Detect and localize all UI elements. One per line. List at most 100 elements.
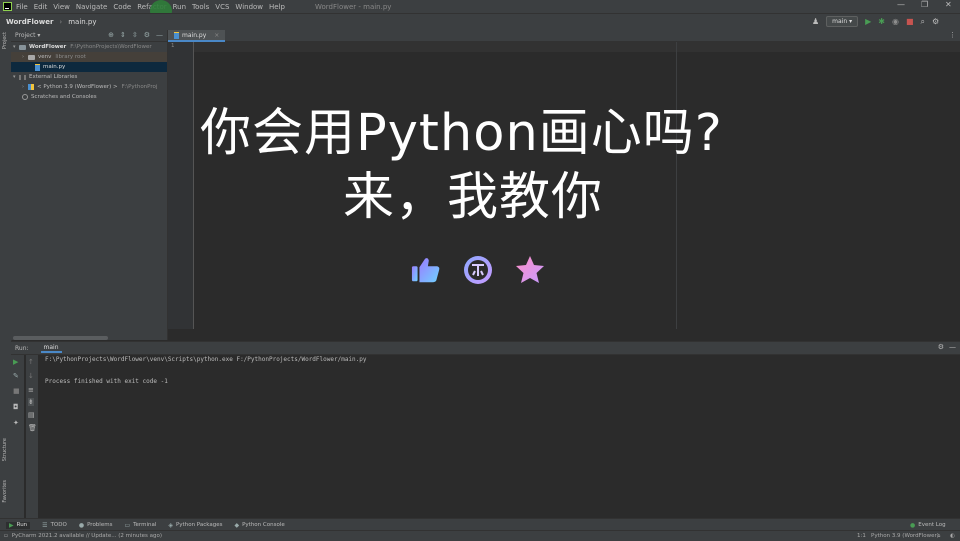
menu-tools[interactable]: Tools	[192, 3, 209, 11]
tab-python-console[interactable]: ◆ Python Console	[234, 522, 284, 529]
run-toolbar: ▶ ✎ ■ ◘ ✦	[11, 355, 24, 519]
console-toolbar: ↑ ↓ ≡ ⇟ ▤ 🗑	[26, 355, 38, 519]
menu-code[interactable]: Code	[113, 3, 131, 11]
menu-navigate[interactable]: Navigate	[76, 3, 107, 11]
rerun-icon[interactable]: ▶	[13, 358, 18, 366]
stop-icon[interactable]: ■	[906, 17, 914, 26]
tree-item-main-py[interactable]: main.py	[11, 62, 167, 72]
menu-vcs[interactable]: VCS	[215, 3, 229, 11]
scroll-to-end-icon[interactable]: ⇟	[28, 398, 34, 406]
minimize-button[interactable]: —	[897, 0, 905, 9]
favorites-tool-button[interactable]: Favorites	[2, 480, 8, 503]
settings-gear-icon[interactable]: ⚙	[932, 17, 939, 26]
menu-window[interactable]: Window	[235, 3, 263, 11]
tab-problems[interactable]: ● Problems	[79, 522, 113, 529]
tree-item-label: WordFlower	[29, 44, 67, 50]
project-tool-button[interactable]: Project	[2, 32, 8, 49]
tree-item-label: External Libraries	[29, 74, 78, 80]
tab-terminal[interactable]: ▭ Terminal	[124, 522, 156, 529]
coverage-icon[interactable]: ◉	[892, 17, 899, 26]
soft-wrap-icon[interactable]: ≡	[28, 386, 34, 394]
tab-label: Python Console	[242, 522, 285, 528]
project-view-select[interactable]: Project ▾	[15, 32, 40, 39]
stop-run-icon[interactable]: ■	[13, 387, 20, 395]
menu-run[interactable]: Run	[173, 3, 186, 11]
hide-panel-icon[interactable]: —	[156, 31, 163, 39]
down-arrow-icon[interactable]: ↓	[28, 372, 34, 380]
pin-icon[interactable]: ✦	[13, 419, 19, 427]
tree-item-venv[interactable]: › venv library root	[11, 52, 167, 62]
collapse-all-icon[interactable]: ⇳	[132, 31, 138, 39]
breadcrumb-file[interactable]: main.py	[68, 18, 96, 26]
locate-icon[interactable]: ⊕	[108, 31, 114, 39]
menu-view[interactable]: View	[53, 3, 70, 11]
packages-icon: ◈	[168, 521, 173, 529]
structure-tool-button[interactable]: Structure	[2, 438, 8, 461]
folder-icon	[28, 54, 35, 60]
project-panel-header: Project ▾ ⊕ ⇕ ⇳ ⚙ —	[11, 30, 167, 42]
up-arrow-icon[interactable]: ↑	[28, 358, 34, 366]
close-window-button[interactable]: ✕	[945, 0, 952, 9]
run-settings-gear-icon[interactable]: ⚙	[938, 343, 944, 351]
pycharm-logo-icon	[3, 2, 12, 11]
debug-icon[interactable]: ✱	[878, 17, 885, 26]
menu-file[interactable]: File	[16, 3, 28, 11]
clear-console-icon[interactable]: 🗑	[28, 424, 37, 432]
console-line: Process finished with exit code -1	[45, 378, 168, 385]
tab-label: main.py	[182, 31, 207, 39]
status-bar: ▫ PyCharm 2021.2 available // Update... …	[0, 530, 960, 541]
user-icon[interactable]: ♟	[812, 17, 819, 26]
tree-item-external-libraries[interactable]: ▾ External Libraries	[11, 72, 167, 82]
tab-label: Run	[16, 522, 28, 528]
tree-item-python-interpreter[interactable]: › < Python 3.9 (WordFlower) > F:\PythonP…	[11, 82, 167, 92]
overlay-title-line2: 来，我教你	[343, 168, 604, 227]
horizontal-scrollbar[interactable]	[13, 336, 108, 340]
search-everywhere-icon[interactable]: ⌕	[921, 17, 925, 27]
list-icon: ☰	[42, 521, 48, 529]
tab-event-log[interactable]: ● Event Log	[910, 522, 946, 529]
tab-python-packages[interactable]: ◈ Python Packages	[168, 522, 222, 529]
lock-icon[interactable]: ⌂	[937, 533, 941, 539]
restore-button[interactable]: ❐	[921, 0, 928, 9]
tab-main-py[interactable]: main.py ×	[168, 30, 226, 42]
run-panel-header: Run: main ⚙ —	[11, 342, 960, 355]
menu-help[interactable]: Help	[269, 3, 285, 11]
tree-item-label: main.py	[43, 64, 66, 70]
notifications-icon[interactable]: ◐	[950, 533, 955, 539]
hide-run-panel-icon[interactable]: —	[949, 343, 956, 351]
tree-item-label: Scratches and Consoles	[31, 94, 97, 100]
console-output[interactable]: F:\PythonProjects\WordFlower\venv\Script…	[45, 356, 367, 389]
modify-run-config-icon[interactable]: ✎	[13, 372, 19, 380]
tab-label: Python Packages	[175, 522, 223, 528]
terminal-icon: ▭	[124, 521, 131, 529]
tree-item-label: < Python 3.9 (WordFlower) >	[37, 84, 118, 90]
python-file-icon	[174, 31, 179, 39]
run-tab-main[interactable]: main	[40, 344, 62, 353]
tab-todo[interactable]: ☰ TODO	[42, 522, 67, 529]
tree-item-wordflower[interactable]: ▾ WordFlower F:\PythonProjects\WordFlowe…	[11, 42, 167, 52]
run-label: Run:	[15, 344, 29, 352]
tab-label: TODO	[50, 522, 67, 528]
menu-edit[interactable]: Edit	[34, 3, 48, 11]
tab-run[interactable]: ▶ Run	[6, 521, 31, 529]
close-tab-icon[interactable]: ×	[214, 32, 219, 39]
run-icon[interactable]: ▶	[865, 17, 871, 26]
run-icon: ▶	[9, 521, 14, 529]
breadcrumb-separator: ›	[59, 18, 63, 26]
editor-tabs: main.py × ⋮	[168, 30, 960, 42]
editor-menu-icon[interactable]: ⋮	[949, 31, 956, 39]
panel-settings-gear-icon[interactable]: ⚙	[144, 31, 150, 39]
run-configuration-select[interactable]: main ▾	[826, 16, 859, 27]
cursor-position[interactable]: 1:1	[857, 533, 866, 539]
camera-icon[interactable]: ◘	[13, 403, 19, 411]
print-icon[interactable]: ▤	[28, 411, 35, 419]
interpreter-status[interactable]: Python 3.9 (WordFlower)	[871, 533, 939, 539]
breadcrumb-project[interactable]: WordFlower	[6, 18, 53, 26]
expand-all-icon[interactable]: ⇕	[120, 31, 126, 39]
tree-item-scratches[interactable]: Scratches and Consoles	[11, 92, 167, 102]
status-message[interactable]: PyCharm 2021.2 available // Update... (2…	[12, 533, 162, 539]
libraries-icon	[19, 74, 26, 80]
event-log-icon: ●	[910, 521, 916, 529]
line-number-gutter: 1	[168, 42, 194, 329]
